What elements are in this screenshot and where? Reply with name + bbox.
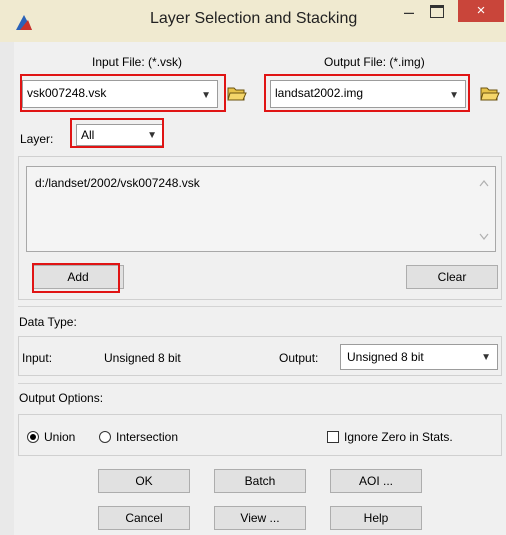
close-button[interactable]: × [458,0,504,22]
open-folder-icon[interactable] [227,84,247,102]
intersection-radio[interactable] [99,431,111,443]
chevron-down-icon[interactable]: ▼ [481,352,491,363]
app-logo-icon [16,15,32,30]
intersection-label[interactable]: Intersection [116,430,178,444]
title-bar: Layer Selection and Stacking – × [0,0,506,42]
maximize-button[interactable] [430,5,444,18]
divider [18,306,502,307]
layer-highlight [70,118,164,148]
scroll-up-icon[interactable] [479,179,489,187]
minimize-button[interactable]: – [400,3,418,21]
scroll-down-icon[interactable] [479,233,489,241]
window-title: Layer Selection and Stacking [150,10,358,27]
input-file-label: Input File: (*.vsk) [92,55,183,69]
dialog-body: Input File: (*.vsk) vsk007248.vsk ▼ Outp… [14,42,506,535]
data-type-label: Data Type: [19,315,77,329]
output-file-highlight [264,74,470,112]
data-type-output-label: Output: [279,351,319,365]
data-type-output-combo[interactable]: Unsigned 8 bit ▼ [340,344,498,370]
aoi-button[interactable]: AOI ... [330,469,422,493]
ignore-zero-checkbox[interactable] [327,431,339,443]
layer-label: Layer: [20,132,54,146]
input-file-highlight [20,74,226,112]
output-options-label: Output Options: [19,391,104,405]
batch-button[interactable]: Batch [214,469,306,493]
clear-button[interactable]: Clear [406,265,498,289]
output-file-label: Output File: (*.img) [324,55,425,69]
divider [18,383,502,384]
cancel-button[interactable]: Cancel [98,506,190,530]
help-button[interactable]: Help [330,506,422,530]
data-type-input-value: Unsigned 8 bit [104,351,181,365]
list-item[interactable]: d:/landset/2002/vsk007248.vsk [35,176,200,190]
union-radio[interactable] [27,431,39,443]
open-folder-icon[interactable] [480,84,500,102]
ignore-zero-label[interactable]: Ignore Zero in Stats. [344,430,453,444]
union-label[interactable]: Union [44,430,75,444]
data-type-input-label: Input: [22,351,53,365]
data-type-output-value: Unsigned 8 bit [347,350,424,364]
view-button[interactable]: View ... [214,506,306,530]
file-list[interactable]: d:/landset/2002/vsk007248.vsk [26,166,496,252]
ok-button[interactable]: OK [98,469,190,493]
add-highlight [32,263,120,293]
